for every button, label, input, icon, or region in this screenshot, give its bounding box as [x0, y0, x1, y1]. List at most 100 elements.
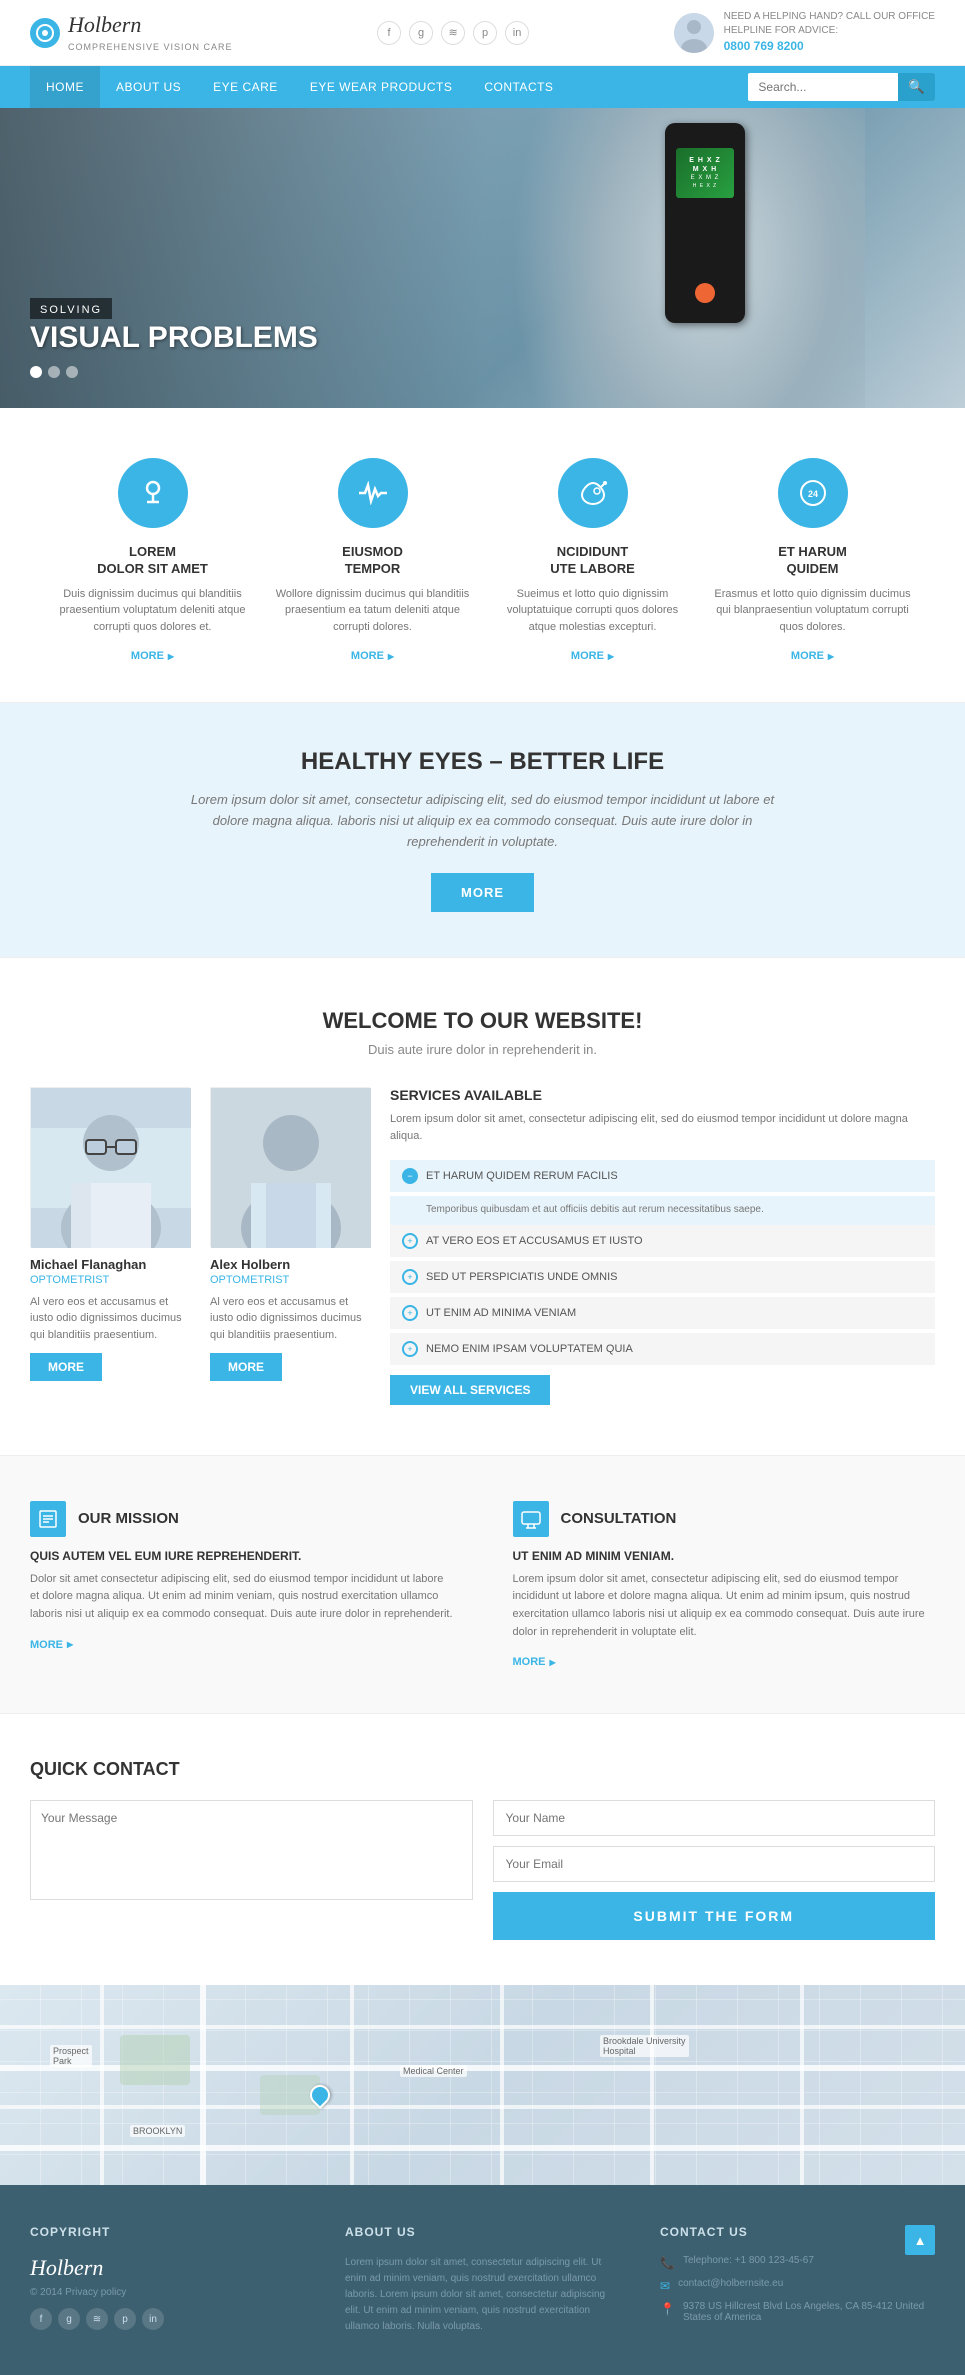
feature-more-1[interactable]: MORE	[131, 650, 174, 662]
services-title: SERVICES AVAILABLE	[390, 1087, 935, 1103]
doctor-card-2: Alex Holbern OPTOMETRIST Al vero eos et …	[210, 1087, 370, 1405]
feature-more-4[interactable]: MORE	[791, 650, 834, 662]
logo-text: Holbern	[68, 12, 233, 38]
feature-item-3: NCIDIDUNTUTE LABORE Sueimus et lotto qui…	[493, 458, 693, 662]
consultation-title: CONSULTATION	[561, 1510, 677, 1527]
service-label-1: ET HARUM QUIDEM RERUM FACILIS	[426, 1170, 618, 1182]
footer-phone-item: 📞 Telephone: +1 800 123-45-67	[660, 2255, 935, 2270]
banner-title: HEALTHY EYES – BETTER LIFE	[30, 748, 935, 776]
hero-content: SOLVING VISUAL PROBLEMS	[0, 278, 348, 408]
map-label-brooklyn: BROOKLYN	[130, 2125, 185, 2137]
social-pinterest-header[interactable]: p	[473, 21, 497, 45]
contact-grid: SUBMIT THE FORM	[30, 1800, 935, 1940]
mission-title: OUR MISSION	[78, 1510, 179, 1527]
consultation-more-link[interactable]: MORE	[513, 1656, 556, 1668]
service-label-5: NEMO ENIM IPSAM VOLUPTATEM QUIA	[426, 1343, 633, 1355]
feature-icon-eye-drop	[558, 458, 628, 528]
email-icon: ✉	[660, 2279, 670, 2293]
feature-more-2[interactable]: MORE	[351, 650, 394, 662]
service-item-5[interactable]: + NEMO ENIM IPSAM VOLUPTATEM QUIA	[390, 1333, 935, 1365]
footer-linkedin-icon[interactable]: in	[142, 2308, 164, 2330]
social-google-header[interactable]: g	[409, 21, 433, 45]
hero-dot-1[interactable]	[30, 366, 42, 378]
service-item-3[interactable]: + SED UT PERSPICIATIS UNDE OMNIS	[390, 1261, 935, 1293]
footer-address-item: 📍 9378 US Hillcrest Blvd Los Angeles, CA…	[660, 2301, 935, 2323]
submit-button[interactable]: SUBMIT THE FORM	[493, 1892, 936, 1940]
mission-subtitle: QUIS AUTEM VEL EUM IURE REPREHENDERIT.	[30, 1549, 453, 1563]
doctor-desc-1: Al vero eos et accusamus et iusto odio d…	[30, 1294, 190, 1344]
top-header: Holbern COMPREHENSIVE VISION CARE f g ≋ …	[0, 0, 965, 66]
banner-section: HEALTHY EYES – BETTER LIFE Lorem ipsum d…	[0, 703, 965, 956]
feature-desc-1: Duis dignissim ducimus qui blanditiis pr…	[53, 586, 253, 636]
main-nav: HOME ABOUT US EYE CARE EYE WEAR PRODUCTS…	[0, 66, 965, 108]
feature-icon-heartbeat	[338, 458, 408, 528]
service-item-2[interactable]: + AT VERO EOS ET ACCUSAMUS ET IUSTO	[390, 1225, 935, 1257]
logo-sub: COMPREHENSIVE VISION CARE	[68, 42, 233, 52]
helpline-avatar	[674, 13, 714, 53]
search-button[interactable]: 🔍	[898, 73, 935, 101]
footer-google-icon[interactable]: g	[58, 2308, 80, 2330]
footer-contact-col: CONTACT US ▲ 📞 Telephone: +1 800 123-45-…	[660, 2225, 935, 2335]
footer-facebook-icon[interactable]: f	[30, 2308, 52, 2330]
footer-about-text: Lorem ipsum dolor sit amet, consectetur …	[345, 2255, 620, 2335]
social-rss-header[interactable]: ≋	[441, 21, 465, 45]
message-textarea[interactable]	[30, 1800, 473, 1900]
doctor-name-2: Alex Holbern	[210, 1257, 370, 1272]
welcome-grid: Michael Flanaghan OPTOMETRIST Al vero eo…	[30, 1087, 935, 1405]
search-input[interactable]	[748, 74, 898, 100]
doctor-photo-1	[30, 1087, 190, 1247]
logo-icon	[30, 18, 60, 48]
view-all-services-button[interactable]: View All Services	[390, 1375, 550, 1405]
hero-dot-2[interactable]	[48, 366, 60, 378]
nav-about[interactable]: ABOUT US	[100, 66, 197, 108]
hero-section: E H X Z M X H E X M Z H E X Z SOLVING VI…	[0, 108, 965, 408]
footer-email-item: ✉ contact@holbernsite.eu	[660, 2278, 935, 2293]
feature-item-4: 24 ET HARUMQUIDEM Erasmus et lotto quio …	[713, 458, 913, 662]
nav-eye-care[interactable]: EYE CARE	[197, 66, 294, 108]
social-linkedin-header[interactable]: in	[505, 21, 529, 45]
social-facebook-header[interactable]: f	[377, 21, 401, 45]
footer-contact-label: CONTACT US	[660, 2225, 748, 2239]
phone-icon: 📞	[660, 2256, 675, 2270]
service-expanded-text-1: Temporibus quibusdam et aut officiis deb…	[390, 1196, 935, 1225]
banner-text: Lorem ipsum dolor sit amet, consectetur …	[183, 790, 783, 852]
hero-dot-3[interactable]	[66, 366, 78, 378]
banner-more-button[interactable]: MORE	[431, 873, 534, 912]
nav-contacts[interactable]: CONTACTS	[468, 66, 569, 108]
footer-pinterest-icon[interactable]: p	[114, 2308, 136, 2330]
contact-section: QUICK CONTACT SUBMIT THE FORM	[0, 1714, 965, 1985]
social-icons-header: f g ≋ p in	[377, 21, 529, 45]
doctor-more-button-2[interactable]: MORE	[210, 1353, 282, 1381]
nav-eye-wear[interactable]: EYE WEAR PRODUCTS	[294, 66, 469, 108]
scroll-to-top-button[interactable]: ▲	[905, 2225, 935, 2255]
contact-title: QUICK CONTACT	[30, 1759, 935, 1780]
map-section: BROOKLYN ProspectPark Medical Center Bro…	[0, 1985, 965, 2185]
features-section: LOREMDOLOR SIT AMET Duis dignissim ducim…	[0, 408, 965, 702]
email-input[interactable]	[493, 1846, 936, 1882]
footer-rss-icon[interactable]: ≋	[86, 2308, 108, 2330]
logo-area: Holbern COMPREHENSIVE VISION CARE	[30, 12, 233, 53]
feature-more-3[interactable]: MORE	[571, 650, 614, 662]
footer-copyright-label: COPYRIGHT	[30, 2225, 305, 2239]
features-grid: LOREMDOLOR SIT AMET Duis dignissim ducim…	[30, 458, 935, 662]
services-panel: SERVICES AVAILABLE Lorem ipsum dolor sit…	[390, 1087, 935, 1405]
mission-more-link[interactable]: MORE	[30, 1639, 73, 1651]
feature-desc-3: Sueimus et lotto quio dignissim voluptat…	[493, 586, 693, 636]
nav-home[interactable]: HOME	[30, 66, 100, 108]
service-item-4[interactable]: + UT ENIM AD MINIMA VENIAM	[390, 1297, 935, 1329]
hero-title: VISUAL PROBLEMS	[30, 321, 318, 354]
doctor-more-button-1[interactable]: MORE	[30, 1353, 102, 1381]
consultation-text: Lorem ipsum dolor sit amet, consectetur …	[513, 1571, 936, 1641]
hero-tag: SOLVING	[40, 304, 102, 316]
map-label-hospital: Brookdale UniversityHospital	[600, 2035, 689, 2057]
feature-item-1: LOREMDOLOR SIT AMET Duis dignissim ducim…	[53, 458, 253, 662]
welcome-subtitle: Duis aute irure dolor in reprehenderit i…	[30, 1042, 935, 1057]
service-label-4: UT ENIM AD MINIMA VENIAM	[426, 1307, 576, 1319]
name-input[interactable]	[493, 1800, 936, 1836]
service-item-1[interactable]: − ET HARUM QUIDEM RERUM FACILIS	[390, 1160, 935, 1192]
mission-col: OUR MISSION QUIS AUTEM VEL EUM IURE REPR…	[30, 1501, 453, 1668]
doctor-title-1: OPTOMETRIST	[30, 1274, 190, 1286]
consultation-subtitle: UT ENIM AD MINIM VENIAM.	[513, 1549, 936, 1563]
footer-phone-text: Telephone: +1 800 123-45-67	[683, 2255, 814, 2266]
map-label-medical: Medical Center	[400, 2065, 467, 2077]
